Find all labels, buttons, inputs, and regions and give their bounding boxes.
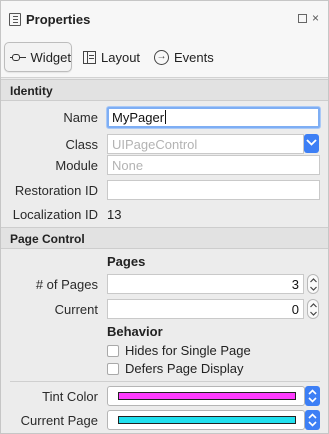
- tint-color-swatch: [118, 392, 296, 400]
- num-pages-stepper[interactable]: [307, 274, 319, 294]
- hides-single-page-checkbox[interactable]: Hides for Single Page: [107, 343, 251, 358]
- num-pages-field[interactable]: 3: [107, 274, 304, 294]
- current-field[interactable]: 0: [107, 299, 304, 319]
- close-button[interactable]: ×: [311, 12, 320, 24]
- module-field[interactable]: None: [107, 155, 320, 175]
- widget-icon: [10, 54, 26, 61]
- tab-layout[interactable]: Layout: [81, 42, 143, 72]
- divider: [10, 381, 320, 382]
- checkbox-box: [107, 362, 119, 375]
- class-label: Class: [65, 137, 98, 152]
- checkbox-box: [107, 344, 119, 357]
- updown-chevron-icon: [308, 389, 317, 403]
- current-page-color-well[interactable]: [107, 410, 305, 430]
- events-icon: →: [154, 49, 169, 65]
- localization-id-label: Localization ID: [12, 207, 98, 222]
- panel-title: Properties: [26, 12, 91, 27]
- layout-icon: [83, 50, 96, 64]
- properties-icon: [9, 13, 21, 26]
- current-page-color-swatch: [118, 416, 296, 424]
- name-value: MyPager: [112, 110, 165, 125]
- chevron-down-icon: [306, 139, 317, 146]
- tab-widget[interactable]: Widget: [4, 42, 72, 72]
- restoration-id-field[interactable]: [107, 180, 320, 200]
- identity-header-label: Identity: [10, 84, 53, 98]
- stepper-arrows-icon: [310, 303, 317, 316]
- tab-widget-label: Widget: [30, 49, 71, 65]
- restore-button[interactable]: [298, 14, 307, 23]
- defers-page-display-checkbox[interactable]: Defers Page Display: [107, 361, 244, 376]
- title-bar: Properties ×: [1, 1, 328, 38]
- current-page-color-popup-button[interactable]: [305, 410, 320, 430]
- page-control-header-label: Page Control: [10, 232, 85, 246]
- tab-bar: Widget Layout → Events: [1, 38, 328, 78]
- text-caret: [165, 110, 167, 124]
- identity-section-header[interactable]: Identity: [1, 79, 328, 101]
- pages-heading: Pages: [107, 254, 146, 269]
- tab-events-label: Events: [174, 49, 214, 65]
- module-label: Module: [55, 158, 98, 173]
- defers-page-display-label: Defers Page Display: [125, 361, 244, 376]
- name-label: Name: [63, 110, 98, 125]
- current-page-label: Current Page: [20, 413, 98, 428]
- name-field[interactable]: MyPager: [107, 107, 320, 128]
- class-dropdown-button[interactable]: [304, 134, 319, 153]
- current-label: Current: [54, 302, 98, 317]
- page-control-section-header[interactable]: Page Control: [1, 227, 328, 249]
- current-stepper[interactable]: [307, 299, 319, 319]
- tab-events[interactable]: → Events: [152, 42, 220, 72]
- class-field[interactable]: UIPageControl: [107, 134, 304, 154]
- hides-single-page-label: Hides for Single Page: [125, 343, 251, 358]
- behavior-heading: Behavior: [107, 324, 163, 339]
- properties-panel: Properties × Widget Layout → Events Iden…: [0, 0, 329, 434]
- stepper-arrows-icon: [310, 278, 317, 291]
- updown-chevron-icon: [308, 413, 317, 427]
- num-pages-label: # of Pages: [35, 277, 98, 292]
- tab-layout-label: Layout: [101, 49, 141, 65]
- restoration-id-label: Restoration ID: [14, 183, 98, 198]
- localization-id-value: 13: [107, 207, 122, 222]
- tint-color-popup-button[interactable]: [305, 386, 320, 406]
- tint-color-well[interactable]: [107, 386, 305, 406]
- tint-color-label: Tint Color: [42, 389, 98, 404]
